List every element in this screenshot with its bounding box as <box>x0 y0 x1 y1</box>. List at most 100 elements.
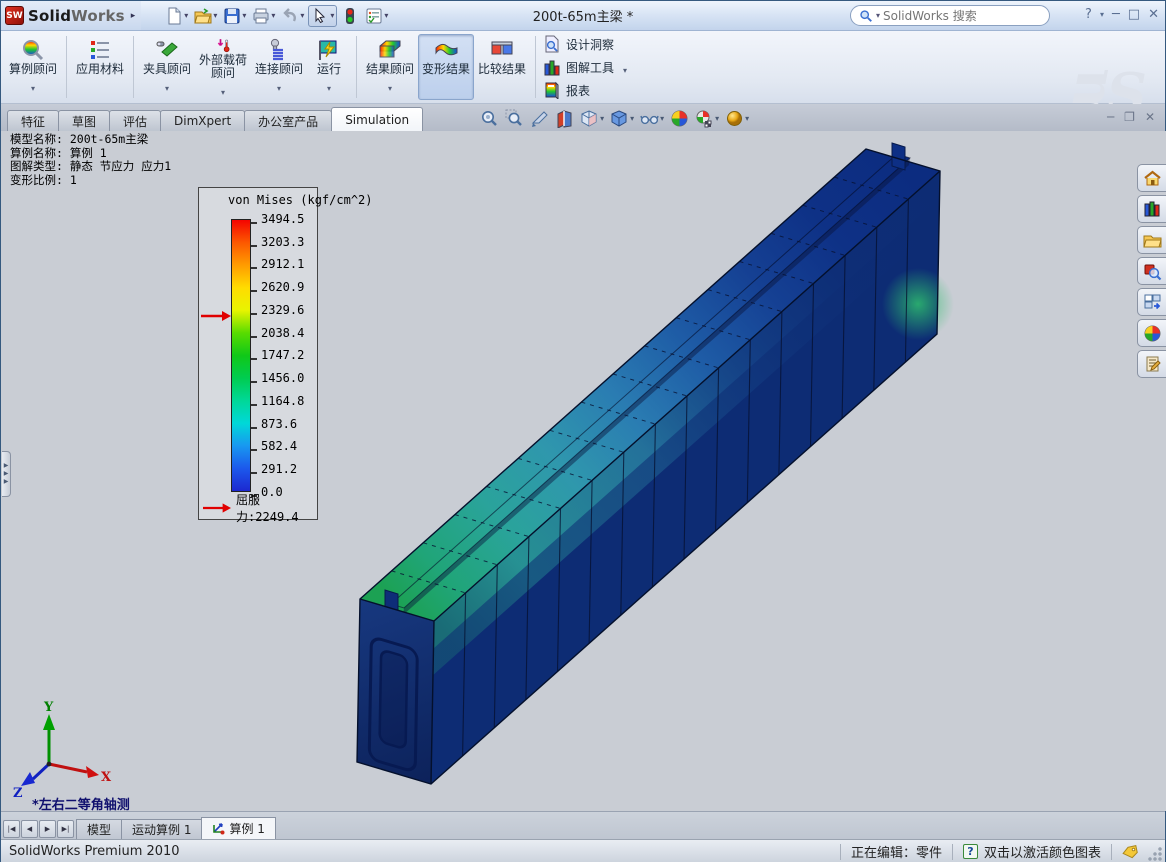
undo-button[interactable]: ▾ <box>279 5 306 27</box>
resources-tab[interactable] <box>1137 164 1166 192</box>
plot-tools-icon <box>543 58 561 76</box>
design-insight-button[interactable]: 设计洞察 <box>543 34 627 54</box>
document-window-controls: ─ ❐ ✕ <box>1107 110 1155 124</box>
apply-material-button[interactable]: 应用材料 <box>72 34 128 100</box>
minimize-button[interactable]: ─ <box>1112 6 1120 24</box>
dropdown-arrow-icon[interactable] <box>31 76 35 95</box>
file-explorer-tab[interactable] <box>1137 226 1166 254</box>
triad-x-arrow-icon <box>86 766 99 778</box>
graphics-viewport[interactable]: Y X Z 模型名称: 200t-65m主梁 算例名称: 算例 1 图解类型: … <box>2 131 1166 811</box>
search-input[interactable] <box>883 9 1041 23</box>
triad-y-label: Y <box>43 700 54 715</box>
help-button[interactable]: ? <box>1085 6 1092 24</box>
dropdown-arrow-icon[interactable] <box>327 76 331 95</box>
button-label: 设计洞察 <box>566 36 614 53</box>
search-results-tab[interactable] <box>1137 257 1166 285</box>
save-button[interactable]: ▾ <box>221 5 248 27</box>
print-button[interactable]: ▾ <box>250 5 277 27</box>
legend-tick-mark <box>251 472 257 474</box>
status-tag <box>1111 844 1148 860</box>
dropdown-arrow-icon[interactable] <box>221 80 225 99</box>
study-advisor-button[interactable]: 算例顾问 <box>5 34 61 100</box>
appearances-tab[interactable] <box>1137 319 1166 347</box>
triad-z-label: Z <box>13 786 23 801</box>
custom-properties-tab[interactable] <box>1137 350 1166 378</box>
dropdown-arrow-icon[interactable] <box>619 58 627 77</box>
motion-study-tab[interactable]: 运动算例 1 <box>121 819 202 839</box>
legend-tick-value: 3494.5 <box>261 212 304 226</box>
dropdown-arrow-icon[interactable] <box>277 76 281 95</box>
run-button[interactable]: 运行 <box>307 34 351 100</box>
reference-triad: Y X Z <box>13 700 112 801</box>
zoom-to-fit-button[interactable] <box>480 109 499 128</box>
first-tab-button[interactable]: |◀ <box>3 820 20 838</box>
edit-appearance-button[interactable] <box>670 109 689 128</box>
help-dropdown-arrow-icon[interactable]: ▾ <box>1100 6 1104 24</box>
run-icon <box>316 38 342 62</box>
legend-tick-mark <box>251 336 257 338</box>
dropdown-arrow-icon[interactable] <box>388 76 392 95</box>
doc-restore-button[interactable]: ❐ <box>1124 110 1135 124</box>
tab-evaluate[interactable]: 评估 <box>109 110 161 131</box>
model-tab[interactable]: 模型 <box>76 819 122 839</box>
tab-dimxpert[interactable]: DimXpert <box>160 110 245 131</box>
options-button[interactable]: ▾ <box>363 5 390 27</box>
legend-color-bar[interactable] <box>231 219 251 492</box>
tag-icon[interactable] <box>1122 845 1138 859</box>
previous-tab-button[interactable]: ◀ <box>21 820 38 838</box>
doc-minimize-button[interactable]: ─ <box>1107 110 1114 124</box>
hide-show-items-button[interactable]: ▾ <box>640 109 664 128</box>
plot-info-annotation: 模型名称: 200t-65m主梁 算例名称: 算例 1 图解类型: 静态 节应力… <box>10 133 171 187</box>
dropdown-arrow-icon[interactable] <box>165 76 169 95</box>
tab-features[interactable]: 特征 <box>7 110 59 131</box>
report-button[interactable]: 报表 <box>543 80 627 100</box>
apply-scene-button[interactable]: ▾ <box>695 109 719 128</box>
doc-close-button[interactable]: ✕ <box>1145 110 1155 124</box>
resize-grip[interactable] <box>1148 847 1162 861</box>
menu-expand-arrow-icon[interactable]: ▸ <box>131 11 136 21</box>
triad-x-label: X <box>101 770 112 785</box>
status-edition: SolidWorks Premium 2010 <box>1 844 840 859</box>
maximize-button[interactable]: □ <box>1128 6 1140 24</box>
search-scope-arrow-icon[interactable]: ▾ <box>876 11 880 20</box>
tab-simulation[interactable]: Simulation <box>331 107 423 131</box>
search-box[interactable]: ▾ <box>850 5 1050 26</box>
plot-tools-button[interactable]: 图解工具 <box>543 57 627 77</box>
stress-color-legend[interactable]: von Mises (kgf/cm^2) 3494.5 3203.3 2912.… <box>198 187 318 520</box>
zoom-to-area-button[interactable] <box>505 109 524 128</box>
next-tab-button[interactable]: ▶ <box>39 820 56 838</box>
app-menu[interactable]: SW SolidWorks ▸ <box>1 1 141 30</box>
button-label: 报表 <box>566 82 590 99</box>
previous-view-button[interactable] <box>530 109 549 128</box>
open-folder-icon <box>194 7 212 25</box>
quick-tip-icon[interactable]: ? <box>963 844 978 859</box>
deformed-result-button[interactable]: 变形结果 <box>418 34 474 100</box>
tab-sketch[interactable]: 草图 <box>58 110 110 131</box>
ribbon-separator <box>535 36 536 98</box>
section-view-button[interactable] <box>555 109 574 128</box>
close-button[interactable]: ✕ <box>1148 6 1159 24</box>
beam-side-teal-band-2 <box>432 199 939 676</box>
feature-tree-splitter-handle[interactable]: ▶▶▶ <box>2 451 11 497</box>
external-loads-advisor-button[interactable]: 外部载荷顾问 <box>195 34 251 100</box>
report-icon <box>543 81 561 99</box>
view-orientation-button[interactable]: ▾ <box>580 109 604 128</box>
model-3d-canvas[interactable]: Y X Z <box>2 131 1166 811</box>
last-tab-button[interactable]: ▶| <box>57 820 74 838</box>
eyeglasses-icon <box>640 109 659 128</box>
simulation-study-tab[interactable]: 算例 1 <box>201 817 275 839</box>
view-settings-button[interactable]: ▾ <box>725 109 749 128</box>
fixtures-advisor-button[interactable]: 夹具顾问 <box>139 34 195 100</box>
open-document-button[interactable]: ▾ <box>192 5 219 27</box>
compare-results-button[interactable]: 比较结果 <box>474 34 530 100</box>
new-document-button[interactable]: ▾ <box>163 5 190 27</box>
tab-office-products[interactable]: 办公室产品 <box>244 110 332 131</box>
results-advisor-button[interactable]: 结果顾问 <box>362 34 418 100</box>
app-brand: SolidWorks <box>28 7 125 25</box>
view-palette-tab[interactable] <box>1137 288 1166 316</box>
rebuild-button[interactable] <box>339 5 361 27</box>
design-library-tab[interactable] <box>1137 195 1166 223</box>
connections-advisor-button[interactable]: 连接顾问 <box>251 34 307 100</box>
display-style-button[interactable]: ▾ <box>610 109 634 128</box>
select-tool-button[interactable]: ▾ <box>308 5 337 27</box>
